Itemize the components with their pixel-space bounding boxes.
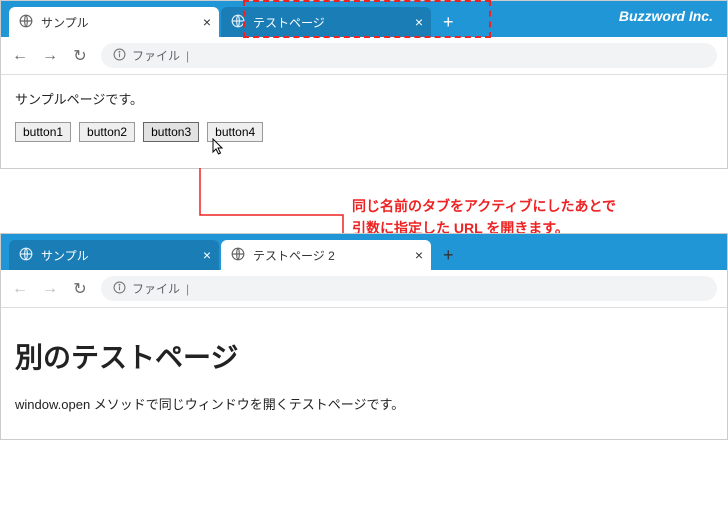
reload-icon[interactable]: ↻ [71,46,89,66]
close-icon[interactable]: × [203,247,211,263]
browser-window-1: サンプル × テストページ × + Buzzword Inc. ← → ↻ ファ… [0,0,728,169]
button3[interactable]: button3 [143,122,199,142]
toolbar: ← → ↻ ファイル | [1,270,727,308]
globe-icon [19,14,33,31]
tab-strip: サンプル × テストページ 2 × + [1,234,727,270]
tab-label: テストページ 2 [253,247,335,264]
address-bar[interactable]: ファイル | [101,43,717,68]
browser-window-2: サンプル × テストページ 2 × + ← → ↻ ファイル | 別のテストペー… [0,233,728,440]
page-text: サンプルページです。 [15,89,713,108]
caret-icon: | [186,282,189,296]
address-text: ファイル [132,47,180,64]
globe-icon [231,247,245,264]
button-row: button1 button2 button3 button4 [15,122,713,142]
close-icon[interactable]: × [203,14,211,30]
forward-icon[interactable]: → [41,280,59,298]
button1[interactable]: button1 [15,122,71,142]
page-content: 別のテストページ window.open メソッドで同じウィンドウを開くテストペ… [1,308,727,439]
info-icon [113,48,126,64]
brand-label: Buzzword Inc. [619,8,713,24]
new-tab-button[interactable]: + [433,12,464,37]
tab-testpage[interactable]: テストページ × [221,7,431,37]
close-icon[interactable]: × [415,247,423,263]
tab-testpage2[interactable]: テストページ 2 × [221,240,431,270]
tab-sample[interactable]: サンプル × [9,240,219,270]
tab-label: サンプル [41,247,89,264]
tab-label: テストページ [253,14,325,31]
cursor-icon [212,138,226,159]
annotation-line1: 同じ名前のタブをアクティブにしたあとで [352,195,616,217]
button2[interactable]: button2 [79,122,135,142]
globe-icon [231,14,245,31]
address-text: ファイル [132,280,180,297]
reload-icon[interactable]: ↻ [71,279,89,299]
tab-label: サンプル [41,14,89,31]
page-content: サンプルページです。 button1 button2 button3 butto… [1,75,727,168]
caret-icon: | [186,49,189,63]
globe-icon [19,247,33,264]
info-icon [113,281,126,297]
page-heading: 別のテストページ [15,336,713,376]
toolbar: ← → ↻ ファイル | [1,37,727,75]
new-tab-button[interactable]: + [433,245,464,270]
page-body: window.open メソッドで同じウィンドウを開くテストページです。 [15,394,713,413]
tab-sample[interactable]: サンプル × [9,7,219,37]
address-bar[interactable]: ファイル | [101,276,717,301]
tab-strip: サンプル × テストページ × + Buzzword Inc. [1,1,727,37]
back-icon[interactable]: ← [11,47,29,65]
back-icon[interactable]: ← [11,280,29,298]
close-icon[interactable]: × [415,14,423,30]
forward-icon[interactable]: → [41,47,59,65]
